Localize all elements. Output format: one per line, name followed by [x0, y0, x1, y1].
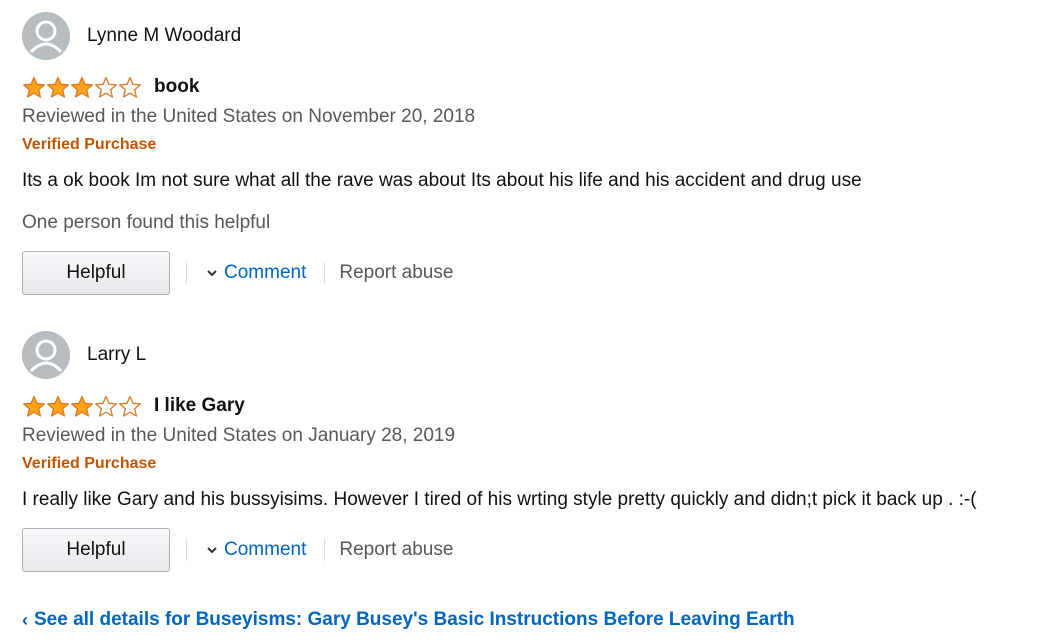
rating-row: I like Gary — [22, 393, 1032, 419]
star-filled-icon — [47, 76, 69, 98]
see-all-details-label: See all details for Buseyisms: Gary Buse… — [34, 609, 795, 630]
review-actions: Helpful Comment Report abuse — [22, 250, 1032, 296]
helpful-button[interactable]: Helpful — [22, 251, 170, 295]
star-empty-icon — [95, 395, 117, 417]
helpful-button[interactable]: Helpful — [22, 528, 170, 572]
avatar[interactable] — [22, 12, 70, 60]
verified-purchase-badge: Verified Purchase — [22, 136, 157, 153]
divider — [186, 539, 187, 561]
default-user-avatar-icon — [22, 331, 70, 379]
comment-link[interactable]: Comment — [206, 539, 306, 561]
star-filled-icon — [47, 395, 69, 417]
reviewer-name[interactable]: Larry L — [87, 344, 146, 366]
report-abuse-link[interactable]: Report abuse — [339, 262, 453, 284]
divider — [324, 539, 326, 561]
star-filled-icon — [23, 76, 45, 98]
rating-row: book — [22, 74, 1032, 100]
comment-link[interactable]: Comment — [206, 262, 306, 284]
divider — [186, 262, 187, 284]
star-filled-icon — [23, 395, 45, 417]
star-filled-icon — [71, 395, 93, 417]
review-body: I really like Gary and his bussyisims. H… — [22, 489, 977, 510]
helpful-count: One person found this helpful — [22, 212, 271, 233]
review-date: Reviewed in the United States on January… — [22, 425, 456, 446]
see-all-details-link[interactable]: ‹ See all details for Buseyisms: Gary Bu… — [22, 609, 795, 631]
avatar[interactable] — [22, 331, 70, 379]
divider — [324, 262, 326, 284]
chevron-down-icon — [207, 547, 217, 554]
verified-purchase-badge: Verified Purchase — [22, 455, 157, 472]
review-card: Lynne M Woodard book Reviewed in the Uni… — [22, 12, 1032, 296]
report-abuse-link[interactable]: Report abuse — [339, 539, 453, 561]
star-rating[interactable] — [22, 76, 142, 99]
review-card: Larry L I like Gary Reviewed in the Unit… — [22, 331, 1032, 573]
star-empty-icon — [95, 76, 117, 98]
default-user-avatar-icon — [22, 12, 70, 60]
review-actions: Helpful Comment Report abuse — [22, 527, 1032, 573]
chevron-left-icon: ‹ — [22, 609, 28, 630]
reviewer-name[interactable]: Lynne M Woodard — [87, 25, 241, 47]
review-title[interactable]: book — [154, 76, 199, 98]
comment-label: Comment — [224, 539, 307, 560]
review-date: Reviewed in the United States on Novembe… — [22, 106, 476, 127]
reviewer-profile[interactable]: Lynne M Woodard — [22, 12, 1032, 60]
review-body: Its a ok book Im not sure what all the r… — [22, 170, 862, 191]
comment-label: Comment — [224, 262, 307, 283]
reviewer-profile[interactable]: Larry L — [22, 331, 1032, 379]
review-title[interactable]: I like Gary — [154, 395, 245, 417]
star-rating[interactable] — [22, 395, 142, 418]
chevron-down-icon — [207, 270, 217, 277]
star-filled-icon — [71, 76, 93, 98]
star-empty-icon — [119, 76, 141, 98]
star-empty-icon — [119, 395, 141, 417]
